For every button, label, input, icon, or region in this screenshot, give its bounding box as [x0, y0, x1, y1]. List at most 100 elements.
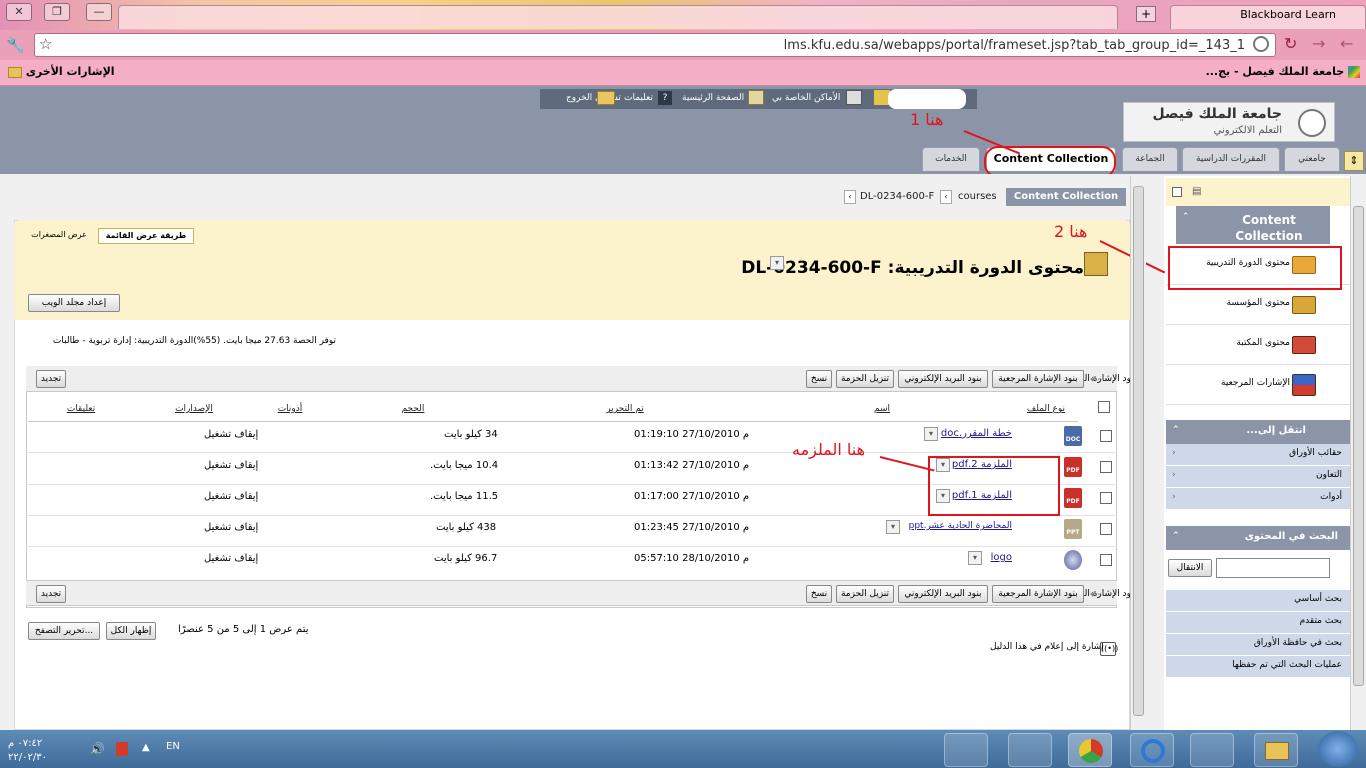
select-all-checkbox[interactable]: [1098, 401, 1110, 413]
edit-paging-button[interactable]: تحرير التصفح...: [28, 622, 100, 640]
title-options-dropdown[interactable]: ▾: [770, 256, 784, 270]
taskbar-app-messenger[interactable]: [1008, 733, 1052, 767]
goto-item-collaboration[interactable]: التعاون ‹: [1166, 466, 1350, 488]
col-versions[interactable]: الإصدارات: [134, 396, 254, 422]
tab-courses[interactable]: المقررات الدراسية: [1182, 147, 1280, 171]
row-checkbox[interactable]: [1100, 430, 1112, 442]
volume-icon[interactable]: 🔊: [90, 742, 105, 756]
sidebar-item-library-content[interactable]: محتوى المكتبة: [1166, 326, 1350, 365]
search-portfolio[interactable]: بحث في حافظة الأوراق: [1166, 634, 1350, 656]
file-options-dropdown[interactable]: ▾: [968, 551, 982, 565]
taskbar-chrome[interactable]: [1068, 733, 1112, 767]
col-comments[interactable]: تعليقات: [28, 396, 134, 422]
scrollbar-thumb[interactable]: [1133, 186, 1144, 716]
file-link[interactable]: logo: [991, 552, 1012, 563]
refresh-button-2[interactable]: تجديد: [36, 585, 66, 603]
list-view-tab[interactable]: طريقة عرض القائمة: [98, 228, 194, 244]
new-tab-button[interactable]: +: [1136, 6, 1156, 22]
email-items-button[interactable]: بنود البريد الإلكتروني: [898, 370, 988, 388]
versions-cell[interactable]: إيقاف تشغيل: [204, 429, 258, 440]
row-checkbox[interactable]: [1100, 554, 1112, 566]
bookmark-kfu[interactable]: جامعة الملك فيصل - بج...: [1206, 65, 1360, 78]
forward-icon[interactable]: →: [1312, 34, 1325, 53]
start-button[interactable]: [1318, 731, 1358, 767]
taskbar-explorer[interactable]: [1254, 733, 1298, 767]
star-icon[interactable]: ☆: [39, 35, 52, 53]
download-package-button-2[interactable]: تنزيل الحزمة: [836, 585, 894, 603]
layout-icon[interactable]: [1172, 187, 1182, 197]
collapse-icon[interactable]: ⌃: [1172, 425, 1180, 435]
tab-my-institution[interactable]: جامعتي: [1284, 147, 1340, 171]
row-checkbox[interactable]: [1100, 492, 1112, 504]
goto-item-tools[interactable]: أدوات ‹: [1166, 488, 1350, 510]
collapse-icon[interactable]: ⌃: [1172, 531, 1180, 541]
crumb-content-collection[interactable]: Content Collection: [1006, 188, 1126, 206]
other-bookmarks[interactable]: الإشارات الأخرى: [8, 65, 115, 78]
my-places-link[interactable]: الأماكن الخاصة بي: [772, 93, 840, 103]
bookmark-items-button-2[interactable]: بنود الإشارة المرجعية: [992, 585, 1084, 603]
versions-cell[interactable]: إيقاف تشغيل: [204, 522, 258, 533]
crumb-course[interactable]: DL-0234-600-F: [860, 191, 934, 202]
network-icon[interactable]: [116, 742, 128, 756]
download-package-button[interactable]: تنزيل الحزمة: [836, 370, 894, 388]
setup-web-folder-button[interactable]: إعداد مجلد الويب: [28, 294, 120, 312]
versions-cell[interactable]: إيقاف تشغيل: [204, 553, 258, 564]
scrollbar-thumb[interactable]: [1353, 206, 1364, 686]
taskbar-app-1[interactable]: [944, 733, 988, 767]
page-info-icon[interactable]: [1253, 36, 1269, 52]
thumbnail-view-tab[interactable]: عرض المصغرات: [24, 228, 94, 244]
row-checkbox[interactable]: [1100, 461, 1112, 473]
search-saved[interactable]: عمليات البحث التي تم حفظها: [1166, 656, 1350, 678]
refresh-button[interactable]: تجديد: [36, 370, 66, 388]
versions-cell[interactable]: إيقاف تشغيل: [204, 460, 258, 471]
help-link[interactable]: تعليمات: [624, 93, 653, 103]
search-basic[interactable]: بحث أساسي: [1166, 590, 1350, 612]
tray-expand-icon[interactable]: ▲: [142, 742, 150, 753]
file-link[interactable]: خطة المقرر.doc: [941, 428, 1012, 439]
kfu-logo[interactable]: جامعة الملك فيصل التعلم الالكتروني: [1123, 102, 1335, 142]
sidebar-item-bookmarks[interactable]: الإشارات المرجعية: [1166, 366, 1350, 405]
collapse-icon[interactable]: ⌃: [1182, 212, 1190, 222]
bookmark-items-button-top[interactable]: بنود الإشارة المرجعية: [992, 370, 1084, 388]
tab-services[interactable]: الخدمات: [922, 147, 980, 171]
sidebar-item-institution-content[interactable]: محتوى المؤسسة: [1166, 286, 1350, 325]
search-advanced[interactable]: بحث متقدم: [1166, 612, 1350, 634]
file-options-dropdown[interactable]: ▾: [886, 520, 900, 534]
reload-icon[interactable]: ↻: [1284, 34, 1297, 53]
restore-icon[interactable]: ❐: [44, 3, 70, 21]
clock-time[interactable]: ٠٧:٤٢ م: [8, 738, 42, 749]
versions-cell[interactable]: إيقاف تشغيل: [204, 491, 258, 502]
language-indicator[interactable]: EN: [166, 741, 180, 752]
notify-link[interactable]: إشارة إلى إعلام في هذا الدليل: [990, 642, 1104, 652]
main-scrollbar[interactable]: [1130, 176, 1146, 730]
tab-community[interactable]: الجماعة: [1122, 147, 1178, 171]
goto-item-portfolios[interactable]: حقائب الأوراق ‹: [1166, 444, 1350, 466]
col-modified[interactable]: تم التحرير: [500, 396, 750, 422]
row-checkbox[interactable]: [1100, 523, 1112, 535]
search-go-button[interactable]: الانتقال: [1168, 559, 1212, 577]
col-permissions[interactable]: أذونات: [254, 396, 326, 422]
expand-icon[interactable]: ⇕: [1344, 151, 1364, 171]
show-all-button[interactable]: إظهار الكل: [106, 622, 156, 640]
copy-button[interactable]: نسخ: [806, 370, 832, 388]
col-size[interactable]: الحجم: [326, 396, 500, 422]
wrench-icon[interactable]: 🔧: [6, 36, 25, 54]
minimize-icon[interactable]: —: [86, 3, 112, 21]
col-type[interactable]: نوع الملف: [1014, 396, 1078, 422]
search-input[interactable]: [1216, 558, 1330, 578]
sidebar-scrollbar[interactable]: [1350, 176, 1366, 730]
col-name[interactable]: اسم: [750, 396, 1014, 422]
back-icon[interactable]: ←: [1340, 34, 1353, 53]
file-link[interactable]: المحاضرة الحادية عشر.ppt: [909, 521, 1012, 531]
url-input[interactable]: ☆ lms.kfu.edu.sa/webapps/portal/frameset…: [34, 33, 1276, 57]
file-options-dropdown[interactable]: ▾: [924, 427, 938, 441]
list-icon[interactable]: ▤: [1192, 186, 1201, 197]
close-icon[interactable]: ✕: [6, 3, 32, 21]
taskbar-ie[interactable]: [1130, 733, 1174, 767]
crumb-courses[interactable]: courses: [958, 191, 997, 202]
home-link[interactable]: الصفحة الرئيسية: [682, 93, 744, 103]
copy-button-2[interactable]: نسخ: [806, 585, 832, 603]
email-items-button-2[interactable]: بنود البريد الإلكتروني: [898, 585, 988, 603]
clock-date[interactable]: ٢٢/٠٢/٣٠: [8, 752, 47, 763]
taskbar-media[interactable]: [1190, 733, 1234, 767]
